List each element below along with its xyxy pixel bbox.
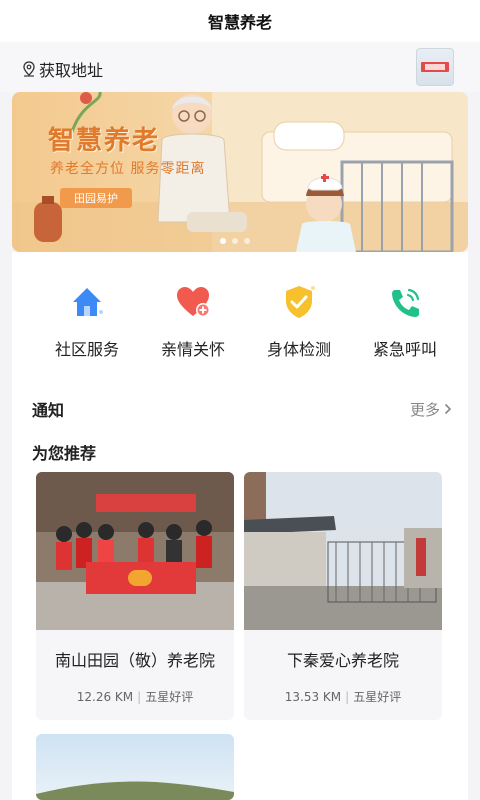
- quick-action-label: 社区服务: [54, 340, 119, 359]
- quick-action-emergency-call[interactable]: 紧急呼叫: [352, 282, 458, 362]
- home-content: 社区服务 亲情关怀 身体检测 紧急呼叫 通知 更多 为您推荐 南山田园（敬）养老…: [12, 252, 468, 800]
- notice-more-link[interactable]: 更多: [410, 399, 452, 420]
- get-location-button[interactable]: 获取地址: [22, 57, 103, 81]
- quick-action-label: 紧急呼叫: [372, 340, 437, 359]
- facility-photo-image: [36, 472, 234, 630]
- facility-photo-image: [36, 734, 234, 800]
- banner-tag-button[interactable]: 田园易护: [60, 188, 132, 208]
- quick-action-health-check[interactable]: 身体检测: [246, 282, 352, 362]
- facility-card[interactable]: 南山田园（敬）养老院 12.26 KM | 五星好评: [36, 472, 234, 720]
- quick-action-label: 亲情关怀: [160, 340, 225, 359]
- page-title: 智慧养老: [207, 13, 272, 32]
- banner-pagination: [220, 238, 250, 244]
- facility-rating: 五星好评: [353, 690, 402, 704]
- facility-photo-image: [244, 472, 442, 630]
- recommend-title: 为您推荐: [32, 444, 97, 463]
- meta-separator: |: [137, 690, 142, 704]
- location-bar: 获取地址: [0, 42, 480, 92]
- facility-photo: [244, 472, 442, 630]
- facility-name: 下秦爱心养老院: [244, 630, 442, 688]
- home-icon: [73, 288, 103, 316]
- pagination-dot[interactable]: [232, 238, 238, 244]
- facility-card[interactable]: 下秦爱心养老院 13.53 KM | 五星好评: [244, 472, 442, 720]
- notice-section-header: 通知 更多: [32, 397, 452, 421]
- facility-distance: 13.53 KM: [284, 690, 342, 704]
- facility-distance: 12.26 KM: [76, 690, 134, 704]
- phone-call-icon: [392, 288, 420, 317]
- notice-more-label: 更多: [409, 400, 440, 419]
- chevron-right-icon: [444, 403, 452, 415]
- app-header: 智慧养老: [0, 0, 480, 42]
- get-location-label: 获取地址: [39, 61, 104, 80]
- banner-title: 智慧养老: [48, 126, 161, 156]
- user-avatar[interactable]: [416, 48, 454, 86]
- facility-rating: 五星好评: [145, 690, 194, 704]
- quick-actions: 社区服务 亲情关怀 身体检测 紧急呼叫: [12, 282, 468, 362]
- facility-photo: [36, 472, 234, 630]
- shield-check-icon: [286, 286, 315, 318]
- avatar-banner-highlight: [425, 64, 445, 70]
- pagination-dot-active[interactable]: [220, 238, 226, 244]
- banner-subtitle: 养老全方位 服务零距离: [50, 161, 206, 177]
- heart-plus-icon: [177, 287, 210, 317]
- quick-action-family-care[interactable]: 亲情关怀: [140, 282, 246, 362]
- facility-photo: [36, 734, 234, 800]
- meta-separator: |: [345, 690, 350, 704]
- quick-action-community-service[interactable]: 社区服务: [34, 282, 140, 362]
- notice-title: 通知: [32, 401, 65, 420]
- pagination-dot[interactable]: [244, 238, 250, 244]
- facility-name: 南山田园（敬）养老院: [36, 630, 234, 688]
- facility-card[interactable]: [36, 734, 234, 800]
- location-pin-icon: [23, 61, 35, 77]
- facility-meta: 13.53 KM | 五星好评: [244, 688, 442, 720]
- promo-banner[interactable]: 智慧养老 养老全方位 服务零距离 田园易护: [12, 92, 468, 252]
- quick-action-label: 身体检测: [266, 340, 331, 359]
- facility-meta: 12.26 KM | 五星好评: [36, 688, 234, 720]
